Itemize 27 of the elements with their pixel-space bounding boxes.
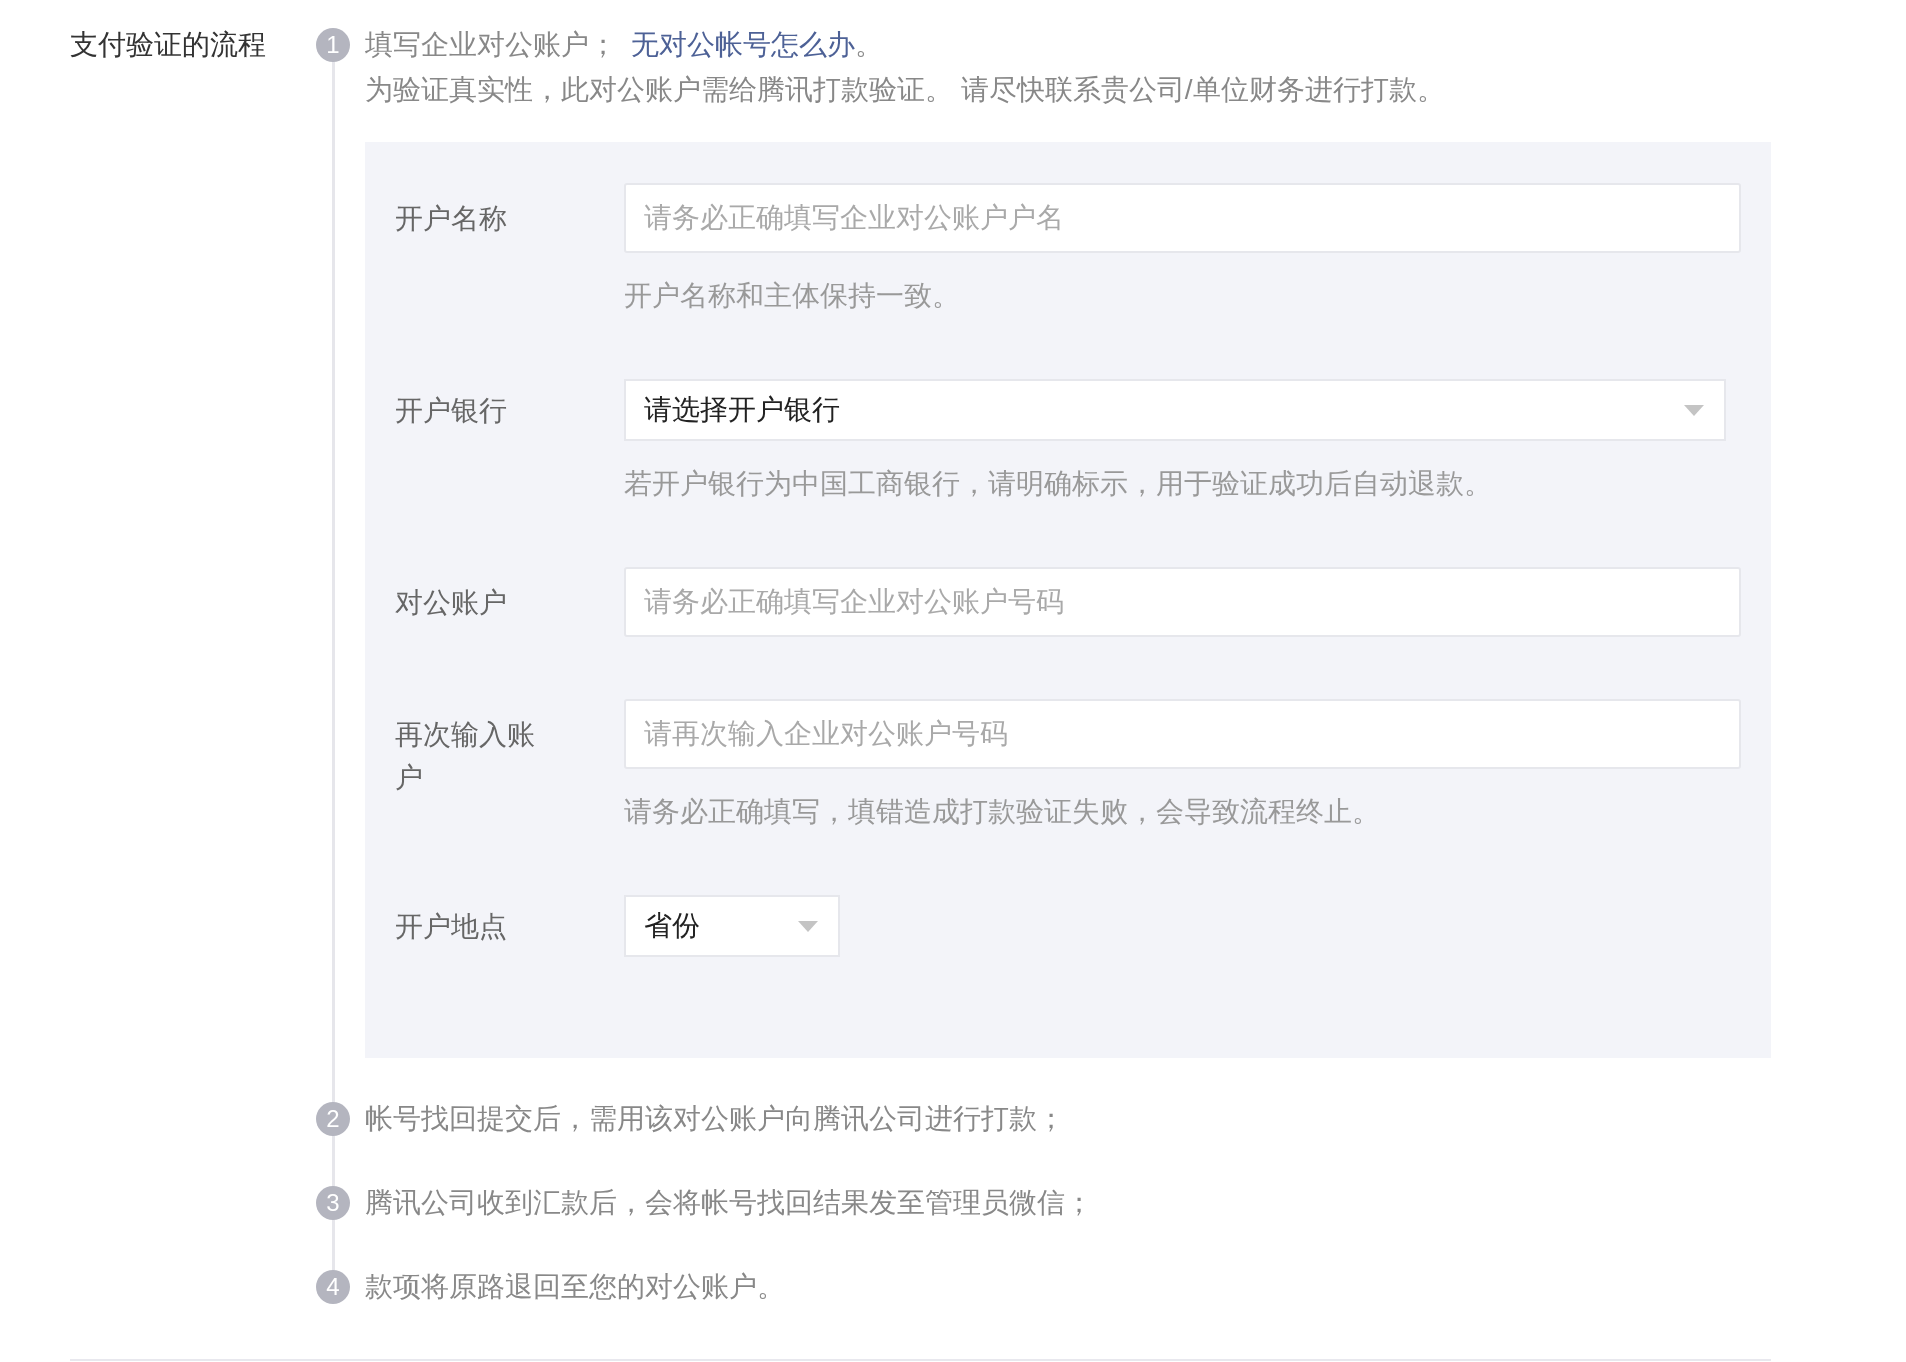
dropdown-select[interactable]: 省份 [624,895,840,957]
step-text: 帐号找回提交后，需用该对公账户向腾讯公司进行打款； [365,1102,1065,1136]
step-text: 填写企业对公账户； [365,28,617,62]
dropdown-caret-icon [798,920,818,932]
field-label: 对公账户 [395,586,508,620]
text-input-field[interactable]: 请务必正确填写企业对公账户号码 [624,567,1741,637]
field-hint: 开户名称和主体保持一致。 [624,279,961,313]
field-label: 开户名称 [395,202,508,236]
step-number-badge: 3 [316,1186,350,1220]
field-hint: 请务必正确填写，填错造成打款验证失败，会导致流程终止。 [624,795,1381,829]
step-number-badge: 4 [316,1270,350,1304]
step-punctuation: 。 [855,28,883,62]
step-note: 为验证真实性，此对公账户需给腾讯打款验证。 请尽快联系贵公司/单位财务进行打款。 [365,73,1446,107]
step-number-badge: 2 [316,1102,350,1136]
field-label: 开户地点 [395,910,508,944]
dropdown-select[interactable]: 请选择开户银行 [624,379,1726,441]
section-label: 支付验证的流程 [70,28,267,62]
text-input-field[interactable]: 请务必正确填写企业对公账户户名 [624,183,1741,253]
text-input-field[interactable]: 请再次输入企业对公账户号码 [624,699,1741,769]
step-text: 腾讯公司收到汇款后，会将帐号找回结果发至管理员微信； [365,1186,1093,1220]
dropdown-caret-icon [1684,404,1704,416]
field-label: 开户银行 [395,394,508,428]
field-label: 再次输入账户 [395,718,536,795]
field-hint: 若开户银行为中国工商银行，请明确标示，用于验证成功后自动退款。 [624,467,1493,501]
help-link[interactable]: 无对公帐号怎么办 [631,24,855,66]
step-text: 款项将原路退回至您的对公账户。 [365,1270,785,1304]
step-number-badge: 1 [316,28,350,62]
